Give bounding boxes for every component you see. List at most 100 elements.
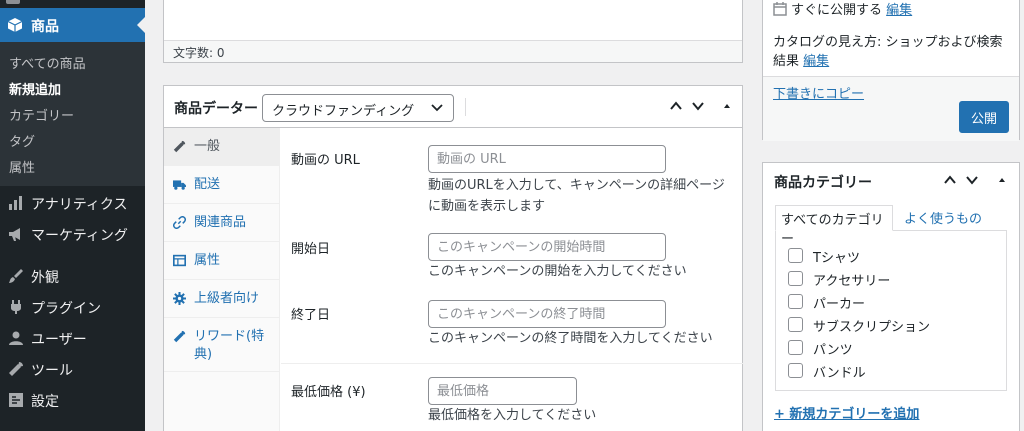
menu-item-previous[interactable] xyxy=(0,0,145,8)
paintbrush-icon xyxy=(9,269,23,283)
menu-item-settings[interactable]: 設定 xyxy=(0,385,145,415)
product-data-header: 商品データー クラウドファンディング xyxy=(164,86,742,128)
menu-item-plugins[interactable]: プラグイン xyxy=(0,292,145,322)
header-divider xyxy=(465,98,466,116)
start-date-label: 開始日 xyxy=(291,242,331,257)
category-checkbox[interactable] xyxy=(788,271,803,286)
megaphone-icon xyxy=(9,228,20,241)
tab-general[interactable]: 一般 xyxy=(164,128,280,166)
copy-to-draft-link[interactable]: 下書きにコピー xyxy=(773,83,864,102)
tab-advanced[interactable]: 上級者向け xyxy=(164,280,280,318)
product-type-select[interactable]: クラウドファンディング xyxy=(262,94,454,122)
menu-item-label: プラグイン xyxy=(31,301,101,317)
start-date-description: このキャンペーンの開始を入力してください xyxy=(428,264,687,279)
menu-item-label: アナリティクス xyxy=(31,197,128,213)
menu-item-label: マーケティング xyxy=(31,228,128,244)
submenu-attributes[interactable]: 属性 xyxy=(9,157,35,176)
editor-status-bar: 文字数: 0 xyxy=(164,40,742,62)
collapse-toggle-icon[interactable] xyxy=(720,99,734,113)
category-label: アクセサリー xyxy=(813,274,891,289)
wrench-icon xyxy=(173,330,186,343)
table-icon xyxy=(173,254,186,267)
min-price-label: 最低価格 (¥) xyxy=(291,385,366,400)
publish-button[interactable]: 公開 xyxy=(959,101,1009,133)
category-checkbox[interactable] xyxy=(788,363,803,378)
content-editor[interactable]: 文字数: 0 xyxy=(163,0,743,63)
submenu-add-new[interactable]: 新規追加 xyxy=(9,79,61,98)
publish-actions: 下書きにコピー 公開 xyxy=(763,76,1019,141)
video-url-input[interactable] xyxy=(428,145,666,173)
product-categories-box: 商品カテゴリー すべてのカテゴリー よく使うもの Tシャツ アクセサリー パーカ… xyxy=(762,162,1020,431)
end-date-input[interactable] xyxy=(428,300,666,328)
add-new-category-link[interactable]: + 新規カテゴリーを追加 xyxy=(774,403,919,422)
video-url-label: 動画の URL xyxy=(291,153,360,168)
category-label: パンツ xyxy=(813,343,853,358)
menu-item-label: 設定 xyxy=(31,394,59,410)
product-data-panel: 商品データー クラウドファンディング 一般 配送 関連商品 属性 上級者向け リ… xyxy=(163,85,744,431)
collapse-toggle-icon[interactable] xyxy=(995,173,1009,187)
product-data-tabs: 一般 配送 関連商品 属性 上級者向け リワード(特典) xyxy=(164,128,280,431)
move-down-icon[interactable] xyxy=(691,99,705,113)
tab-shipping[interactable]: 配送 xyxy=(164,166,280,204)
category-checkbox[interactable] xyxy=(788,294,803,309)
categories-title: 商品カテゴリー xyxy=(774,175,872,191)
category-checkbox[interactable] xyxy=(788,248,803,263)
word-count: 文字数: 0 xyxy=(173,46,225,60)
truck-icon xyxy=(173,180,186,190)
category-label: サブスクリプション xyxy=(813,320,931,335)
submenu-categories[interactable]: カテゴリー xyxy=(9,105,74,124)
end-date-description: このキャンペーンの終了時間を入力してください xyxy=(428,331,713,346)
min-price-description: 最低価格を入力してください xyxy=(428,408,597,423)
menu-item-products[interactable]: 商品 xyxy=(0,8,145,42)
products-submenu: すべての商品 新規追加 カテゴリー タグ 属性 xyxy=(0,42,145,186)
move-down-icon[interactable] xyxy=(965,173,979,187)
move-up-icon[interactable] xyxy=(943,173,957,187)
field-separator xyxy=(281,363,744,364)
active-menu-arrow xyxy=(137,17,145,33)
tab-attributes[interactable]: 属性 xyxy=(164,242,280,280)
publish-schedule-row: すぐに公開する 編集 xyxy=(773,1,912,20)
submenu-all-products[interactable]: すべての商品 xyxy=(9,53,86,72)
menu-item-users[interactable]: ユーザー xyxy=(0,323,145,353)
menu-item-label: 商品 xyxy=(31,19,59,35)
menu-item-tools[interactable]: ツール xyxy=(0,354,145,384)
publish-box: すぐに公開する 編集 カタログの見え方: ショップおよび検索結果 編集 下書きに… xyxy=(762,0,1020,141)
tab-label: リワード(特典) xyxy=(194,329,265,362)
category-checkbox[interactable] xyxy=(788,340,803,355)
start-date-input[interactable] xyxy=(428,233,666,261)
schedule-edit-link[interactable]: 編集 xyxy=(886,3,912,18)
product-data-title: 商品データー xyxy=(174,101,258,117)
tab-rewards[interactable]: リワード(特典) xyxy=(164,318,280,372)
video-url-description: 動画のURLを入力して、キャンペーンの詳細ページに動画を表示します xyxy=(428,178,725,214)
category-label: パーカー xyxy=(813,297,866,312)
menu-item-appearance[interactable]: 外観 xyxy=(0,261,145,291)
category-label: Tシャツ xyxy=(813,251,860,266)
bar-chart-icon xyxy=(9,196,22,210)
menu-item-label: 外観 xyxy=(31,270,59,286)
end-date-label: 終了日 xyxy=(291,308,331,323)
menu-icon xyxy=(6,0,20,4)
menu-item-marketing[interactable]: マーケティング xyxy=(0,219,145,249)
menu-item-analytics[interactable]: アナリティクス xyxy=(0,188,145,218)
menu-item-label: ユーザー xyxy=(31,332,87,348)
plugin-icon xyxy=(11,300,21,314)
category-label: バンドル xyxy=(813,366,866,381)
catalog-edit-link[interactable]: 編集 xyxy=(803,54,829,69)
tab-all-categories[interactable]: すべてのカテゴリー xyxy=(775,205,893,247)
min-price-input[interactable] xyxy=(428,377,577,405)
tab-linked-products[interactable]: 関連商品 xyxy=(164,204,280,242)
tab-label: 関連商品 xyxy=(194,215,247,230)
wrench-icon xyxy=(173,140,186,153)
move-up-icon[interactable] xyxy=(669,99,683,113)
submenu-tags[interactable]: タグ xyxy=(9,131,35,150)
category-checkbox[interactable] xyxy=(788,317,803,332)
categories-header: 商品カテゴリー xyxy=(763,163,1019,197)
gear-icon xyxy=(173,292,186,305)
admin-sidebar: 商品 すべての商品 新規追加 カテゴリー タグ 属性 アナリティクス マーケティ… xyxy=(0,0,145,431)
wrench-icon xyxy=(9,362,23,376)
tab-most-used[interactable]: よく使うもの xyxy=(904,208,982,227)
menu-item-label: ツール xyxy=(31,363,73,379)
tab-label: 上級者向け xyxy=(194,291,260,306)
tab-label: 配送 xyxy=(194,177,221,192)
settings-icon xyxy=(9,393,23,407)
